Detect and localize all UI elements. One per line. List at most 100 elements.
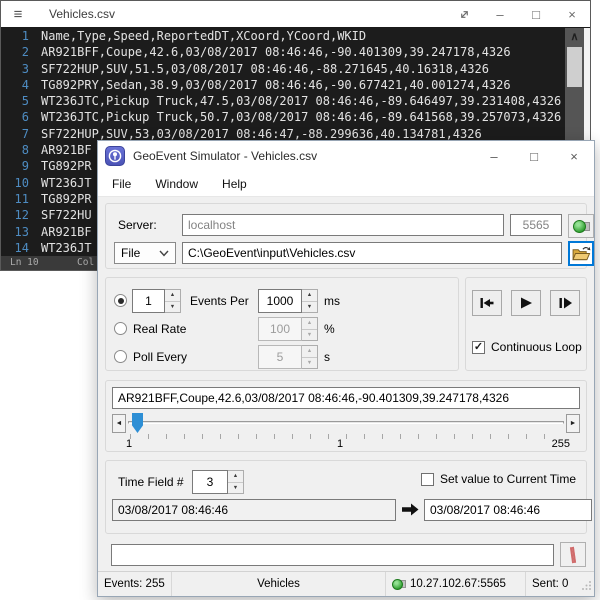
server-port-field[interactable]: 5565 [510, 214, 562, 236]
menu-window[interactable]: Window [145, 173, 208, 195]
line-number: 9 [1, 158, 29, 174]
clear-button[interactable] [560, 542, 586, 567]
geoevent-simulator-window: GeoEvent Simulator - Vehicles.csv – □ × … [97, 140, 595, 597]
continuous-loop-checkbox[interactable]: ✓ [472, 341, 485, 354]
step-back-button[interactable] [472, 290, 502, 316]
line-text: TG892PR [29, 158, 92, 174]
line-indicator: Ln 10 [10, 256, 39, 270]
connect-button[interactable] [568, 214, 594, 238]
time-field-group: Time Field # 3 ▲ ▼ Set value to Current … [105, 460, 587, 534]
slider-track[interactable] [128, 413, 564, 433]
spin-down-icon[interactable]: ▼ [165, 302, 180, 313]
step-forward-button[interactable] [550, 290, 580, 316]
spin-up-icon[interactable]: ▲ [165, 290, 180, 302]
source-type-dropdown[interactable]: File [114, 242, 176, 264]
sent-count: Sent: 0 [532, 578, 568, 590]
minimize-button[interactable]: – [482, 1, 518, 27]
editor-titlebar: ≡ Vehicles.csv – □ × [1, 1, 590, 28]
time-field-spinner[interactable]: 3 ▲ ▼ [192, 470, 244, 494]
app-client-area: Server: localhost 5565 File C:\GeoEvent\… [98, 198, 594, 596]
line-text: TG892PR [29, 191, 92, 207]
interval-value[interactable]: 1000 [258, 289, 302, 313]
play-button[interactable] [511, 290, 541, 316]
scroll-up-icon[interactable]: ∧ [565, 28, 584, 45]
spin-down-icon[interactable]: ▼ [228, 483, 243, 494]
maximize-button[interactable]: □ [514, 141, 554, 171]
editor-window-title: Vehicles.csv [49, 7, 115, 21]
events-per-row: 1 ▲ ▼ Events Per 1000 ▲ ▼ m [106, 288, 458, 314]
feed-name-panel: Vehicles [172, 572, 386, 596]
slider-right-arrow[interactable]: ► [566, 414, 580, 433]
server-label: Server: [118, 218, 157, 232]
set-current-time-checkbox[interactable] [421, 473, 434, 486]
editor-window-controls: – □ × [446, 1, 590, 27]
spin-up-icon[interactable]: ▲ [228, 471, 243, 483]
line-number: 4 [1, 77, 29, 93]
server-host-field[interactable]: localhost [182, 214, 504, 236]
spin-down-icon: ▼ [302, 358, 317, 369]
geoevent-app-icon [105, 146, 125, 166]
minimize-button[interactable]: – [474, 141, 514, 171]
current-event-field[interactable]: AR921BFF,Coupe,42.6,03/08/2017 08:46:46,… [112, 387, 580, 409]
rate-group: 1 ▲ ▼ Events Per 1000 ▲ ▼ m [105, 277, 459, 371]
sent-count-panel: Sent: 0 [526, 572, 594, 596]
line-text: AR921BF [29, 224, 92, 240]
time-to-field[interactable]: 03/08/2017 08:46:46 [424, 499, 592, 521]
open-folder-icon [572, 246, 591, 261]
play-icon [519, 297, 533, 309]
poll-every-radio[interactable] [114, 350, 127, 363]
endpoint-address: 10.27.102.67:5565 [410, 578, 506, 590]
connected-status-icon [392, 579, 403, 590]
screen: ≡ Vehicles.csv – □ × 1 Name,Type,Speed,R… [0, 0, 600, 600]
event-count-spinner[interactable]: 1 ▲ ▼ [132, 289, 181, 313]
event-slider-row: ◄ ► [112, 413, 580, 433]
close-button[interactable]: × [554, 1, 590, 27]
close-button[interactable]: × [554, 141, 594, 171]
source-type-value: File [121, 246, 159, 260]
line-text: WT236JT [29, 240, 92, 256]
line-number: 8 [1, 142, 29, 158]
endpoint-panel: 10.27.102.67:5565 [386, 572, 526, 596]
time-field-value[interactable]: 3 [192, 470, 228, 494]
poll-every-value: 5 [258, 345, 302, 369]
feed-name: Vehicles [257, 578, 300, 590]
real-rate-row: Real Rate 100 ▲ ▼ % [106, 316, 458, 342]
resize-grip[interactable] [581, 580, 592, 594]
events-per-label: Events Per [190, 294, 249, 308]
current-time-option: Set value to Current Time [421, 472, 576, 486]
slider-current-label: 1 [337, 438, 343, 450]
spin-up-icon: ▲ [302, 346, 317, 358]
step-forward-icon [557, 297, 573, 309]
connection-group: Server: localhost 5565 File C:\GeoEvent\… [105, 203, 587, 269]
real-rate-radio[interactable] [114, 322, 127, 335]
continuous-loop-option: ✓ Continuous Loop [472, 340, 582, 354]
file-path-field[interactable]: C:\GeoEvent\input\Vehicles.csv [182, 242, 562, 264]
poll-every-label: Poll Every [133, 350, 187, 364]
app-titlebar: GeoEvent Simulator - Vehicles.csv – □ × [98, 141, 594, 171]
slider-thumb[interactable] [132, 413, 143, 433]
events-per-radio[interactable] [114, 294, 127, 307]
percent-unit-label: % [324, 322, 335, 336]
progress-field[interactable] [111, 544, 554, 566]
line-text: WT236JTC,Pickup Truck,47.5,03/08/2017 08… [29, 93, 561, 109]
interval-spinner[interactable]: 1000 ▲ ▼ [258, 289, 318, 313]
event-count-value[interactable]: 1 [132, 289, 165, 313]
line-number: 7 [1, 126, 29, 142]
spinner-buttons: ▲ ▼ [165, 289, 181, 313]
time-from-field[interactable]: 03/08/2017 08:46:46 [112, 499, 396, 521]
chevron-down-icon [159, 250, 169, 257]
expand-icon[interactable] [446, 1, 482, 27]
spin-down-icon[interactable]: ▼ [302, 302, 317, 313]
scrollbar-thumb[interactable] [567, 47, 582, 87]
browse-file-button[interactable] [568, 241, 594, 266]
menu-file[interactable]: File [102, 173, 141, 195]
eraser-icon [570, 547, 576, 561]
slider-left-arrow[interactable]: ◄ [112, 414, 126, 433]
line-text: AR921BFF,Coupe,42.6,03/08/2017 08:46:46,… [29, 44, 511, 60]
maximize-button[interactable]: □ [518, 1, 554, 27]
hamburger-menu-icon[interactable]: ≡ [1, 6, 35, 23]
skip-to-start-icon [479, 297, 495, 309]
spin-up-icon[interactable]: ▲ [302, 290, 317, 302]
connection-status-icon [573, 220, 586, 233]
menu-help[interactable]: Help [212, 173, 257, 195]
